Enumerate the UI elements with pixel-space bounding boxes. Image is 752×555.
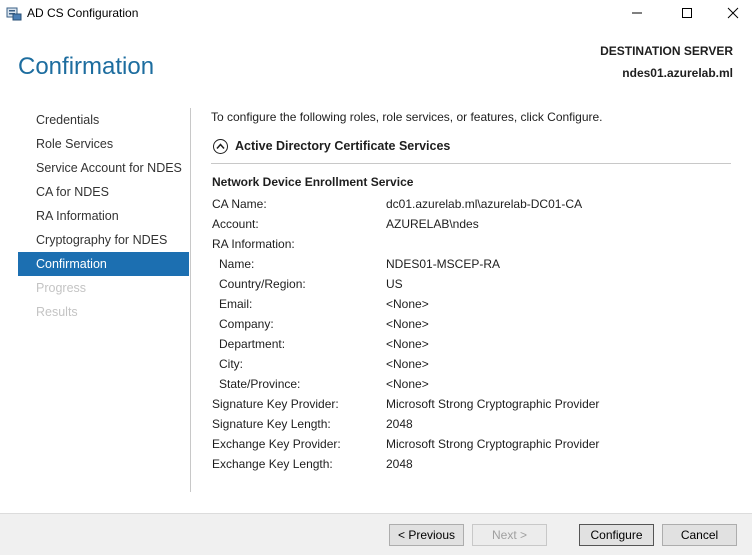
detail-key: RA Information: bbox=[212, 237, 295, 251]
detail-value: 2048 bbox=[386, 417, 413, 431]
destination-server-name: ndes01.azurelab.ml bbox=[622, 66, 733, 80]
detail-row: State/Province: <None> bbox=[212, 374, 732, 394]
section-title: Active Directory Certificate Services bbox=[235, 139, 451, 153]
detail-row: Country/Region: US bbox=[212, 274, 732, 294]
nav-item-results: Results bbox=[36, 305, 78, 319]
window-title: AD CS Configuration bbox=[27, 6, 139, 20]
section-divider bbox=[211, 163, 731, 164]
nav-item-ca-for-ndes[interactable]: CA for NDES bbox=[18, 180, 189, 204]
detail-key: Department: bbox=[219, 337, 286, 351]
detail-row: Company: <None> bbox=[212, 314, 732, 334]
detail-row: Account: AZURELAB\ndes bbox=[212, 214, 732, 234]
detail-value: <None> bbox=[386, 337, 429, 351]
previous-button[interactable]: < Previous bbox=[389, 524, 464, 546]
detail-key: Company: bbox=[219, 317, 274, 331]
intro-text: To configure the following roles, role s… bbox=[211, 110, 603, 124]
detail-key: Email: bbox=[219, 297, 253, 311]
next-button: Next > bbox=[472, 524, 547, 546]
minimize-icon bbox=[631, 7, 643, 22]
minimize-button[interactable] bbox=[614, 0, 660, 28]
service-title: Network Device Enrollment Service bbox=[212, 175, 414, 189]
wizard-content: Confirmation DESTINATION SERVER ndes01.a… bbox=[0, 28, 752, 513]
detail-key: Account: bbox=[212, 217, 259, 231]
detail-row: Name: NDES01-MSCEP-RA bbox=[212, 254, 732, 274]
detail-value: AZURELAB\ndes bbox=[386, 217, 479, 231]
detail-row: Signature Key Length: 2048 bbox=[212, 414, 732, 434]
detail-row: City: <None> bbox=[212, 354, 732, 374]
close-icon bbox=[727, 7, 739, 22]
detail-value: <None> bbox=[386, 297, 429, 311]
detail-value: 2048 bbox=[386, 457, 413, 471]
page-title: Confirmation bbox=[18, 53, 155, 80]
chevron-up-icon[interactable] bbox=[213, 139, 228, 154]
detail-key: Signature Key Length: bbox=[212, 417, 331, 431]
detail-value: <None> bbox=[386, 357, 429, 371]
nav-item-progress: Progress bbox=[36, 281, 87, 295]
destination-server-label: DESTINATION SERVER bbox=[600, 44, 733, 58]
maximize-button[interactable] bbox=[664, 0, 710, 28]
detail-key: City: bbox=[219, 357, 243, 371]
nav-item-service-account[interactable]: Service Account for NDES bbox=[18, 156, 189, 180]
nav-item-credentials[interactable]: Credentials bbox=[18, 108, 189, 132]
detail-key: Name: bbox=[219, 257, 255, 271]
nav-item-confirmation[interactable]: Confirmation bbox=[18, 252, 189, 276]
detail-row: Email: <None> bbox=[212, 294, 732, 314]
detail-value: Microsoft Strong Cryptographic Provider bbox=[386, 397, 600, 411]
nav-item-role-services[interactable]: Role Services bbox=[18, 132, 189, 156]
configure-button[interactable]: Configure bbox=[579, 524, 654, 546]
details-list: CA Name: dc01.azurelab.ml\azurelab-DC01-C… bbox=[212, 194, 732, 474]
detail-key: CA Name: bbox=[212, 197, 267, 211]
detail-key: Country/Region: bbox=[219, 277, 306, 291]
detail-row: CA Name: dc01.azurelab.ml\azurelab-DC01-C… bbox=[212, 194, 732, 214]
server-manager-icon bbox=[6, 5, 22, 21]
detail-value: NDES01-MSCEP-RA bbox=[386, 257, 501, 271]
detail-value: <None> bbox=[386, 317, 429, 331]
section-header[interactable]: Active Directory Certificate Services bbox=[213, 139, 731, 159]
detail-row: Department: <None> bbox=[212, 334, 732, 354]
detail-key: State/Province: bbox=[219, 377, 301, 391]
detail-row: Exchange Key Length: 2048 bbox=[212, 454, 732, 474]
wizard-footer: < Previous Next > Configure Cancel bbox=[0, 513, 752, 555]
detail-row: RA Information: bbox=[212, 234, 732, 254]
detail-value: US bbox=[386, 277, 403, 291]
detail-value: Microsoft Strong Cryptographic Provider bbox=[386, 437, 600, 451]
nav-item-cryptography[interactable]: Cryptography for NDES bbox=[18, 228, 189, 252]
close-button[interactable] bbox=[710, 0, 752, 28]
nav-divider bbox=[190, 108, 191, 492]
cancel-button[interactable]: Cancel bbox=[662, 524, 737, 546]
wizard-nav: Credentials Role Services Service Accoun… bbox=[18, 108, 189, 324]
title-bar: AD CS Configuration bbox=[0, 0, 752, 28]
detail-key: Exchange Key Provider: bbox=[212, 437, 341, 451]
maximize-icon bbox=[681, 7, 693, 22]
detail-value: <None> bbox=[386, 377, 429, 391]
detail-row: Signature Key Provider: Microsoft Strong … bbox=[212, 394, 732, 414]
nav-item-ra-information[interactable]: RA Information bbox=[18, 204, 189, 228]
detail-key: Signature Key Provider: bbox=[212, 397, 339, 411]
detail-row: Exchange Key Provider: Microsoft Strong C… bbox=[212, 434, 732, 454]
detail-key: Exchange Key Length: bbox=[212, 457, 333, 471]
detail-value: dc01.azurelab.ml\azurelab-DC01-CA bbox=[386, 197, 583, 211]
